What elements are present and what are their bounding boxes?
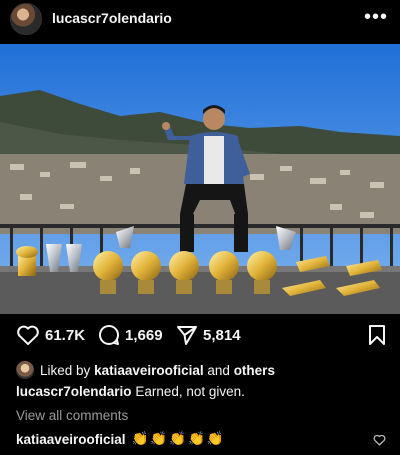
comment-button[interactable]: 1,669 — [98, 324, 163, 346]
caption-username[interactable]: lucascr7olendario — [16, 384, 132, 399]
like-button[interactable]: 61.7K — [16, 324, 85, 346]
comment-like-button[interactable] — [373, 433, 386, 451]
author-avatar[interactable] — [10, 3, 42, 35]
post-caption: lucascr7olendario Earned, not given. — [16, 384, 245, 399]
liked-by-line: Liked by katiaaveirooficial and others — [16, 361, 275, 379]
comment-count: 1,669 — [125, 326, 163, 344]
bookmark-icon — [369, 325, 385, 345]
comment-text: 👏👏👏👏👏 — [131, 431, 226, 446]
share-button[interactable]: 5,814 — [176, 324, 241, 346]
top-comment: katiaaveirooficial 👏👏👏👏👏 — [16, 431, 226, 447]
share-count: 5,814 — [203, 326, 241, 344]
liker-avatar[interactable] — [16, 361, 34, 379]
liked-by-prefix: Liked by — [40, 362, 91, 378]
author-username[interactable]: lucascr7olendario — [52, 10, 172, 26]
comment-icon — [99, 325, 120, 345]
send-icon — [177, 326, 197, 345]
like-count: 61.7K — [45, 326, 86, 344]
action-bar: 61.7K 1,669 5,814 — [0, 322, 400, 350]
post-header: lucascr7olendario ••• — [0, 0, 400, 36]
caption-text: Earned, not given. — [135, 384, 245, 399]
commenter-username[interactable]: katiaaveirooficial — [16, 432, 126, 447]
post-photo[interactable] — [0, 44, 400, 314]
save-button[interactable] — [368, 324, 386, 351]
post-image — [0, 44, 400, 314]
heart-icon — [17, 325, 39, 345]
more-options-icon[interactable]: ••• — [364, 6, 388, 29]
liked-by-others[interactable]: others — [234, 363, 275, 378]
liker-username[interactable]: katiaaveirooficial — [94, 363, 204, 378]
heart-icon — [373, 434, 386, 446]
liked-by-connector: and — [207, 362, 230, 378]
view-all-comments-link[interactable]: View all comments — [16, 408, 128, 423]
